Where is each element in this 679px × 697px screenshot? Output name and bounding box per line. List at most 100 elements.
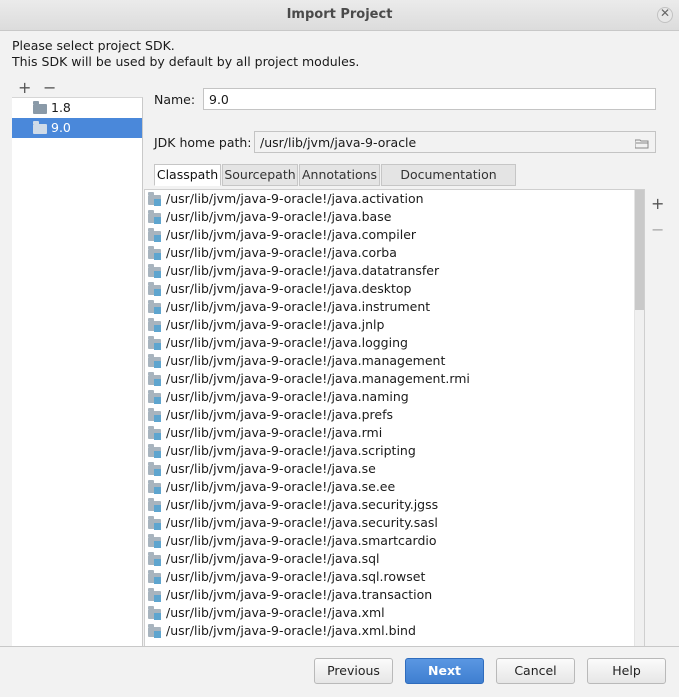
- close-icon: ✕: [659, 6, 671, 20]
- jar-icon: [154, 199, 161, 206]
- jar-icon: [154, 415, 161, 422]
- jar-icon: [154, 271, 161, 278]
- classpath-entry[interactable]: /usr/lib/jvm/java-9-oracle!/java.securit…: [145, 514, 644, 532]
- classpath-entry[interactable]: /usr/lib/jvm/java-9-oracle!/java.datatra…: [145, 262, 644, 280]
- classpath-entry[interactable]: /usr/lib/jvm/java-9-oracle!/java.xml: [145, 604, 644, 622]
- jar-icon: [154, 361, 161, 368]
- classpath-entry-label: /usr/lib/jvm/java-9-oracle!/java.naming: [166, 389, 409, 404]
- classpath-entry[interactable]: /usr/lib/jvm/java-9-oracle!/java.se.ee: [145, 478, 644, 496]
- classpath-entry[interactable]: /usr/lib/jvm/java-9-oracle!/java.smartca…: [145, 532, 644, 550]
- sdk-item-9-0[interactable]: 9.0: [12, 118, 142, 138]
- jar-icon: [154, 505, 161, 512]
- scrollbar-thumb[interactable]: [635, 190, 644, 310]
- tab-sourcepath[interactable]: Sourcepath: [222, 164, 298, 186]
- tab-classpath[interactable]: Classpath: [154, 164, 221, 186]
- jar-icon: [154, 577, 161, 584]
- classpath-entry-label: /usr/lib/jvm/java-9-oracle!/java.rmi: [166, 425, 383, 440]
- classpath-entry[interactable]: /usr/lib/jvm/java-9-oracle!/java.sql: [145, 550, 644, 568]
- classpath-entry[interactable]: /usr/lib/jvm/java-9-oracle!/java.xml.bin…: [145, 622, 644, 640]
- jar-icon: [154, 289, 161, 296]
- sdk-item-label: 1.8: [51, 100, 71, 115]
- classpath-entry-label: /usr/lib/jvm/java-9-oracle!/java.activat…: [166, 191, 424, 206]
- classpath-entry[interactable]: /usr/lib/jvm/java-9-oracle!/java.prefs: [145, 406, 644, 424]
- classpath-entry-label: /usr/lib/jvm/java-9-oracle!/java.jnlp: [166, 317, 385, 332]
- classpath-entry[interactable]: /usr/lib/jvm/java-9-oracle!/java.naming: [145, 388, 644, 406]
- sdk-item-1-8[interactable]: 1.8: [12, 98, 142, 118]
- classpath-entry[interactable]: /usr/lib/jvm/java-9-oracle!/java.instrum…: [145, 298, 644, 316]
- classpath-entry[interactable]: /usr/lib/jvm/java-9-oracle!/java.rmi: [145, 424, 644, 442]
- footer-divider: [0, 646, 679, 647]
- add-classpath-button[interactable]: +: [651, 194, 664, 213]
- jdk-home-path: /usr/lib/jvm/java-9-oracle: [260, 135, 417, 150]
- classpath-entry[interactable]: /usr/lib/jvm/java-9-oracle!/java.jnlp: [145, 316, 644, 334]
- classpath-entry[interactable]: /usr/lib/jvm/java-9-oracle!/java.managem…: [145, 370, 644, 388]
- classpath-entry[interactable]: /usr/lib/jvm/java-9-oracle!/java.managem…: [145, 352, 644, 370]
- classpath-entry[interactable]: /usr/lib/jvm/java-9-oracle!/java.securit…: [145, 496, 644, 514]
- cancel-button[interactable]: Cancel: [496, 658, 575, 684]
- jdk-home-field[interactable]: /usr/lib/jvm/java-9-oracle: [254, 131, 656, 153]
- browse-folder-icon[interactable]: [634, 137, 649, 149]
- classpath-entry-label: /usr/lib/jvm/java-9-oracle!/java.compile…: [166, 227, 417, 242]
- classpath-entry-label: /usr/lib/jvm/java-9-oracle!/java.se.ee: [166, 479, 396, 494]
- sdk-list: 1.8 9.0: [12, 97, 143, 646]
- jar-icon: [154, 523, 161, 530]
- jar-icon: [154, 343, 161, 350]
- classpath-entry[interactable]: /usr/lib/jvm/java-9-oracle!/java.transac…: [145, 586, 644, 604]
- classpath-entry[interactable]: /usr/lib/jvm/java-9-oracle!/java.logging: [145, 334, 644, 352]
- jar-icon: [154, 307, 161, 314]
- jar-icon: [154, 469, 161, 476]
- remove-classpath-button[interactable]: −: [651, 220, 664, 239]
- classpath-entry-label: /usr/lib/jvm/java-9-oracle!/java.prefs: [166, 407, 394, 422]
- classpath-entry-label: /usr/lib/jvm/java-9-oracle!/java.instrum…: [166, 299, 431, 314]
- sdk-item-label: 9.0: [51, 120, 71, 135]
- classpath-entry[interactable]: /usr/lib/jvm/java-9-oracle!/java.compile…: [145, 226, 644, 244]
- previous-button[interactable]: Previous: [314, 658, 393, 684]
- intro-line-2: This SDK will be used by default by all …: [12, 54, 360, 69]
- folder-icon: [33, 121, 47, 134]
- add-sdk-button[interactable]: +: [18, 78, 31, 97]
- classpath-entry-label: /usr/lib/jvm/java-9-oracle!/java.corba: [166, 245, 397, 260]
- name-label: Name:: [154, 92, 196, 107]
- jar-icon: [154, 217, 161, 224]
- classpath-entry-label: /usr/lib/jvm/java-9-oracle!/java.scripti…: [166, 443, 416, 458]
- classpath-entry-label: /usr/lib/jvm/java-9-oracle!/java.sql.row…: [166, 569, 426, 584]
- classpath-entry-label: /usr/lib/jvm/java-9-oracle!/java.base: [166, 209, 392, 224]
- classpath-entry[interactable]: /usr/lib/jvm/java-9-oracle!/java.activat…: [145, 190, 644, 208]
- title-bar: Import Project ✕: [0, 0, 679, 31]
- classpath-entry[interactable]: /usr/lib/jvm/java-9-oracle!/java.base: [145, 208, 644, 226]
- classpath-entry[interactable]: /usr/lib/jvm/java-9-oracle!/java.sql.row…: [145, 568, 644, 586]
- classpath-entry-label: /usr/lib/jvm/java-9-oracle!/java.managem…: [166, 353, 446, 368]
- name-input[interactable]: 9.0: [203, 88, 656, 110]
- jar-icon: [154, 397, 161, 404]
- classpath-scrollbar[interactable]: [634, 190, 644, 646]
- next-button[interactable]: Next: [405, 658, 484, 684]
- classpath-entry[interactable]: /usr/lib/jvm/java-9-oracle!/java.corba: [145, 244, 644, 262]
- tab-annotations[interactable]: Annotations: [299, 164, 380, 186]
- close-button[interactable]: ✕: [657, 6, 673, 23]
- tab-documentation-paths[interactable]: Documentation Paths: [381, 164, 516, 202]
- jar-icon: [154, 433, 161, 440]
- folder-icon: [33, 101, 47, 114]
- jar-icon: [154, 379, 161, 386]
- classpath-entry[interactable]: /usr/lib/jvm/java-9-oracle!/java.scripti…: [145, 442, 644, 460]
- jar-icon: [154, 613, 161, 620]
- jdk-home-label: JDK home path:: [154, 135, 252, 150]
- help-button[interactable]: Help: [587, 658, 666, 684]
- classpath-entry-label: /usr/lib/jvm/java-9-oracle!/java.datatra…: [166, 263, 440, 278]
- classpath-entry-label: /usr/lib/jvm/java-9-oracle!/java.logging: [166, 335, 408, 350]
- classpath-entry[interactable]: /usr/lib/jvm/java-9-oracle!/java.se: [145, 460, 644, 478]
- classpath-entry-label: /usr/lib/jvm/java-9-oracle!/java.securit…: [166, 497, 439, 512]
- classpath-entry-label: /usr/lib/jvm/java-9-oracle!/java.sql: [166, 551, 380, 566]
- classpath-entry-label: /usr/lib/jvm/java-9-oracle!/java.se: [166, 461, 376, 476]
- classpath-entry[interactable]: /usr/lib/jvm/java-9-oracle!/java.desktop: [145, 280, 644, 298]
- jar-icon: [154, 541, 161, 548]
- classpath-entry-label: /usr/lib/jvm/java-9-oracle!/java.managem…: [166, 371, 470, 386]
- classpath-entry-label: /usr/lib/jvm/java-9-oracle!/java.transac…: [166, 587, 433, 602]
- remove-sdk-button[interactable]: −: [43, 78, 56, 97]
- classpath-entry-label: /usr/lib/jvm/java-9-oracle!/java.desktop: [166, 281, 412, 296]
- jar-icon: [154, 595, 161, 602]
- classpath-entry-label: /usr/lib/jvm/java-9-oracle!/java.securit…: [166, 515, 438, 530]
- window-title: Import Project: [286, 7, 393, 22]
- jar-icon: [154, 487, 161, 494]
- jar-icon: [154, 253, 161, 260]
